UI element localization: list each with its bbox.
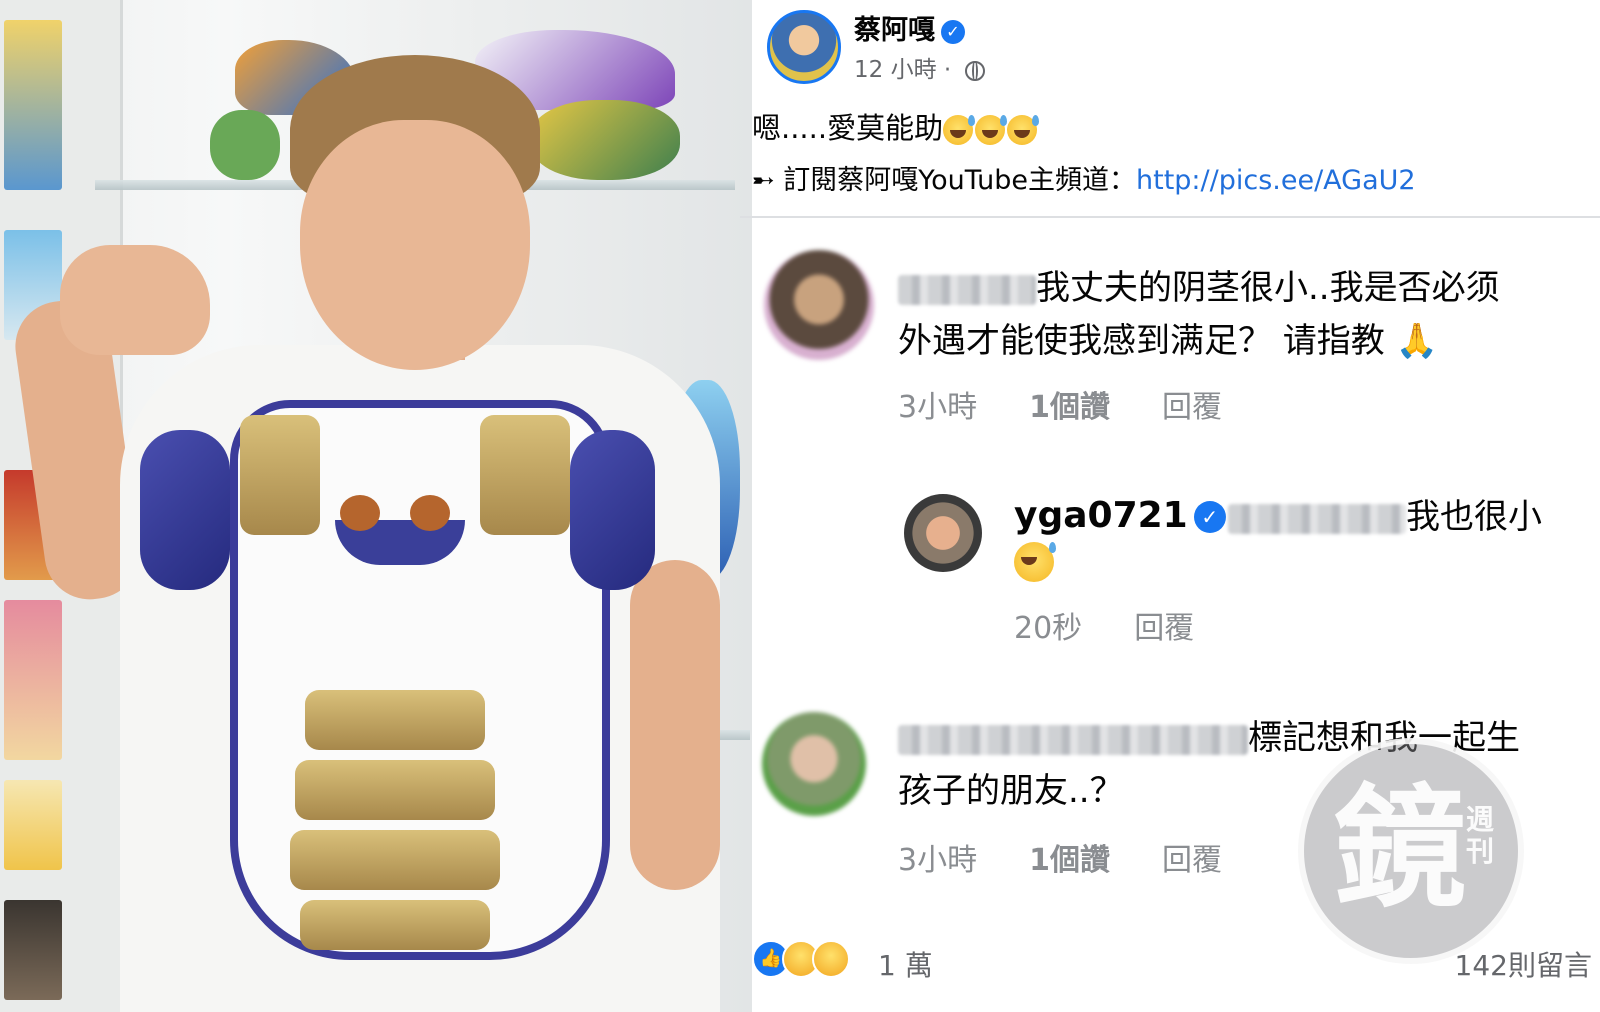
grinning-sweat-emoji-icon — [1007, 115, 1040, 145]
grinning-sweat-emoji-icon — [943, 115, 976, 145]
divider — [740, 216, 1600, 218]
poster — [4, 900, 62, 1000]
shoulder-pad — [140, 430, 230, 590]
reply-button[interactable]: 回覆 — [1162, 390, 1222, 425]
gold-pad — [300, 900, 490, 950]
blurred-mention[interactable] — [1228, 503, 1406, 534]
comment-1-line1: 我丈夫的阴茎很小..我是否必须 — [1036, 268, 1500, 308]
chipmunk-print — [410, 495, 450, 531]
thumb-pointing-hand — [60, 245, 210, 355]
gold-pad — [240, 415, 320, 535]
comment-2-meta: 3小時 1個讚 回覆 — [898, 835, 1274, 879]
reply-button[interactable]: 回覆 — [1134, 611, 1194, 646]
reaction-count[interactable]: 1 萬 — [878, 944, 933, 984]
gold-pad — [480, 415, 570, 535]
reply-author-avatar[interactable] — [904, 494, 982, 572]
poster — [4, 20, 62, 190]
blurred-commenter-name[interactable] — [898, 724, 1248, 755]
mirror-media-watermark-logo: 鏡 週刊 — [1298, 738, 1524, 964]
gold-pad — [295, 760, 495, 820]
figurine — [210, 110, 280, 180]
blurred-commenter-name[interactable] — [898, 274, 1036, 305]
wow-reaction-icon — [812, 940, 850, 978]
shoulder-pad — [570, 430, 655, 590]
comment-1-meta: 3小時 1個讚 回覆 — [898, 382, 1274, 426]
comments-count[interactable]: 142則留言 — [1455, 944, 1592, 984]
subscribe-line: ➸ 訂閱蔡阿嘎YouTube主頻道：http://pics.ee/AGaU2 — [752, 158, 1416, 197]
reply-text-content: 我也很小 — [1406, 497, 1542, 537]
reply-username[interactable]: yga0721 — [1014, 495, 1188, 536]
gold-pad — [305, 690, 485, 750]
commenter-avatar[interactable] — [762, 712, 866, 816]
like-count[interactable]: 1個讚 — [1029, 843, 1110, 878]
post-time-text[interactable]: 12 小時 — [854, 57, 937, 83]
post-message-text: 嗯.....愛莫能助 — [752, 111, 944, 145]
chipmunk-print — [340, 495, 380, 531]
grinning-sweat-emoji-icon — [975, 115, 1008, 145]
comment-1-text: 我丈夫的阴茎很小..我是否必须 外遇才能使我感到满足？ 请指教 🙏 — [898, 262, 1500, 368]
verified-badge-icon: ✓ — [941, 19, 965, 44]
globe-icon — [964, 60, 985, 81]
verified-badge-icon: ✓ — [1193, 501, 1226, 533]
comment-time[interactable]: 20秒 — [1014, 611, 1082, 646]
separator: · — [943, 57, 952, 83]
watermark-sub-text: 週刊 — [1466, 803, 1495, 868]
author-avatar[interactable] — [767, 10, 841, 84]
person-face — [300, 120, 530, 370]
gold-pad — [290, 830, 500, 890]
reply-emoji — [1014, 542, 1056, 582]
subscribe-prefix: ➸ 訂閱蔡阿嘎YouTube主頻道： — [752, 165, 1136, 196]
comment-2-line2: 孩子的朋友..？ — [898, 771, 1124, 811]
author-name-text[interactable]: 蔡阿嘎 — [854, 15, 935, 46]
reply-meta: 20秒 回覆 — [1014, 603, 1246, 647]
post-message: 嗯.....愛莫能助 — [752, 105, 1040, 147]
photo-panel — [0, 0, 752, 1012]
youtube-channel-link[interactable]: http://pics.ee/AGaU2 — [1136, 165, 1416, 196]
comment-1-line2: 外遇才能使我感到满足？ 请指教 🙏 — [898, 321, 1438, 361]
figurine — [530, 100, 680, 180]
comment-time[interactable]: 3小時 — [898, 843, 977, 878]
reply-author[interactable]: yga0721 ✓ — [1014, 495, 1226, 536]
like-count[interactable]: 1個讚 — [1029, 390, 1110, 425]
poster — [4, 780, 62, 870]
watermark-main-char: 鏡 — [1334, 771, 1466, 926]
reply-text: 我也很小 — [1228, 491, 1542, 544]
grinning-sweat-emoji-icon — [1014, 542, 1056, 582]
commenter-avatar[interactable] — [764, 250, 874, 360]
person-arm — [630, 560, 720, 890]
post-timestamp: 12 小時 · — [854, 50, 985, 84]
poster — [4, 600, 62, 760]
comment-time[interactable]: 3小時 — [898, 390, 977, 425]
reply-button[interactable]: 回覆 — [1162, 843, 1222, 878]
author-name[interactable]: 蔡阿嘎 ✓ — [854, 8, 965, 47]
